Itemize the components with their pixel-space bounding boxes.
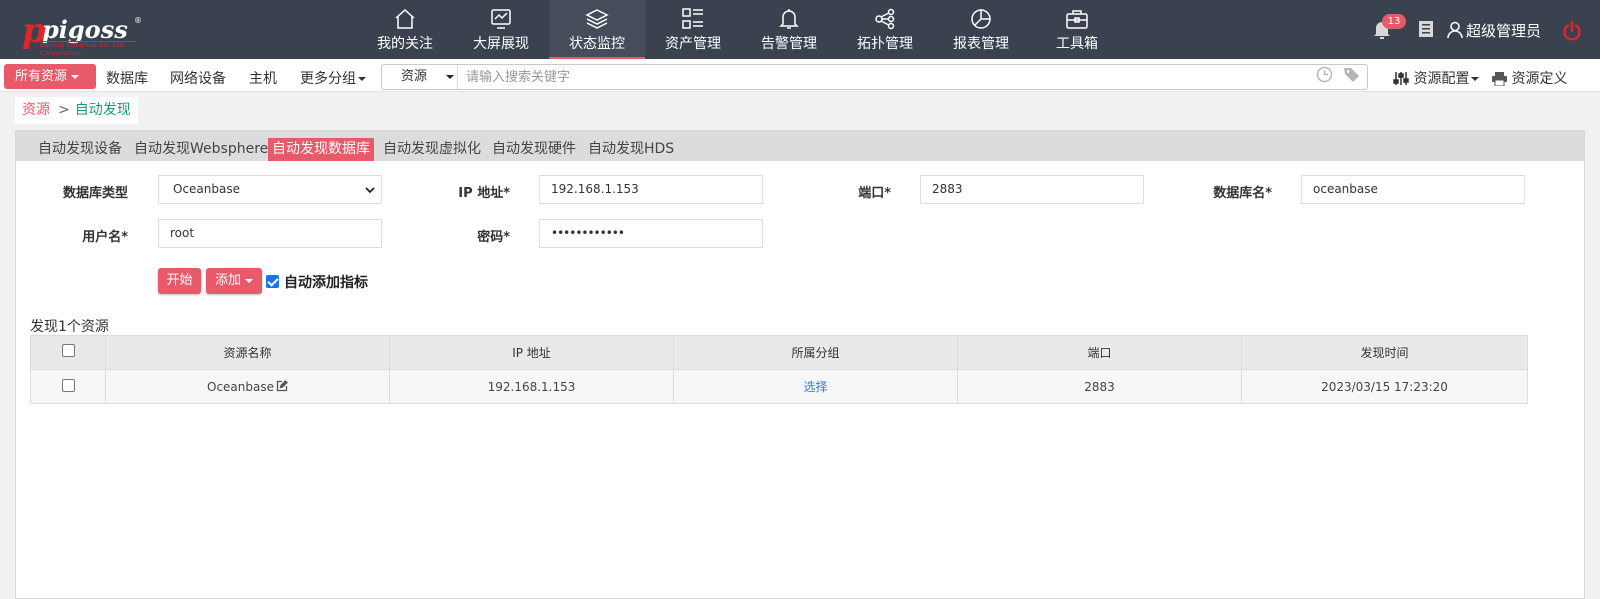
nav-toolbox[interactable]: 工具箱 (1029, 0, 1125, 59)
column-header-port[interactable]: 端口 (957, 335, 1242, 370)
all-resources-dropdown[interactable]: 所有资源 (4, 64, 96, 89)
discovery-tabs: 自动发现设备 自动发现Websphere 自动发现数据库 自动发现虚拟化 自动发… (16, 131, 1584, 161)
tab-discover-database[interactable]: 自动发现数据库 (268, 138, 374, 161)
nav-asset-management[interactable]: 资产管理 (645, 0, 741, 59)
username-label: 用户名* (82, 230, 128, 245)
global-search-box: 资源 (381, 64, 1368, 90)
breadcrumb-root[interactable]: 资源 (22, 102, 50, 118)
db-type-label: 数据库类型 (62, 186, 128, 201)
select-all-checkbox[interactable] (62, 344, 75, 357)
table-row[interactable]: Oceanbase 192.168.1.153 选择 2883 2023/03/… (30, 369, 1528, 404)
chevron-down-icon (365, 187, 375, 194)
list-icon (682, 8, 703, 29)
discovery-time-cell: 2023/03/15 17:23:20 (1241, 369, 1528, 404)
ip-address-cell: 192.168.1.153 (389, 369, 674, 404)
user-icon[interactable] (1447, 21, 1463, 39)
caret-down-icon (1471, 77, 1480, 81)
row-select-cell (30, 369, 106, 404)
tab-discover-hds[interactable]: 自动发现HDS (584, 138, 678, 161)
table-header-row: 资源名称 IP 地址 所属分组 端口 发现时间 (30, 335, 1528, 370)
nav-topology-management[interactable]: 拓扑管理 (837, 0, 933, 59)
top-navigation-bar: p pigoss ® Beijing Tsinghua Co. Ltd Corp… (0, 0, 1600, 59)
caret-down-icon (446, 75, 454, 79)
sublink-host[interactable]: 主机 (249, 68, 277, 88)
search-input[interactable] (466, 65, 1306, 89)
column-header-resource-name[interactable]: 资源名称 (105, 335, 390, 370)
topology-icon (875, 8, 895, 30)
tab-discover-websphere[interactable]: 自动发现Websphere (130, 138, 272, 161)
select-all-header (30, 335, 106, 370)
home-icon (395, 8, 415, 29)
sublink-more-groups[interactable]: 更多分组 (300, 68, 366, 88)
username-input[interactable]: root (158, 219, 382, 248)
column-header-group[interactable]: 所属分组 (673, 335, 958, 370)
password-input[interactable]: •••••••••••• (539, 219, 763, 248)
power-logout-icon[interactable] (1562, 21, 1582, 41)
column-header-ip-address[interactable]: IP 地址 (389, 335, 674, 370)
tab-discover-hardware[interactable]: 自动发现硬件 (488, 138, 580, 161)
resource-config-dropdown[interactable]: 资源配置 (1393, 68, 1480, 88)
current-user-name[interactable]: 超级管理员 (1466, 20, 1541, 41)
breadcrumb: 资源 > 自动发现 (15, 97, 138, 124)
tab-discover-virtualization[interactable]: 自动发现虚拟化 (379, 138, 485, 161)
nav-report-management[interactable]: 报表管理 (933, 0, 1029, 59)
search-type-select[interactable]: 资源 (382, 65, 458, 89)
breadcrumb-separator: > (58, 102, 70, 118)
logo-word: pigoss (42, 15, 128, 44)
nav-my-focus[interactable]: 我的关注 (357, 0, 453, 59)
select-group-link[interactable]: 选择 (803, 380, 827, 394)
auto-add-metrics-checkbox[interactable] (266, 275, 279, 288)
auto-add-metrics-label: 自动添加指标 (284, 275, 368, 291)
nav-status-monitor[interactable]: 状态监控 (549, 0, 645, 59)
sublink-database[interactable]: 数据库 (106, 68, 148, 88)
discovery-summary: 发现1个资源 (30, 319, 109, 335)
nav-alarm-management[interactable]: 告警管理 (741, 0, 837, 59)
history-clock-icon[interactable] (1316, 66, 1333, 83)
db-name-input[interactable]: oceanbase (1301, 175, 1525, 204)
edit-icon[interactable] (276, 379, 288, 392)
port-label: 端口* (858, 186, 891, 201)
toolbox-icon (1066, 10, 1088, 29)
column-header-discovery-time[interactable]: 发现时间 (1241, 335, 1528, 370)
breadcrumb-current: 自动发现 (74, 102, 131, 118)
pigoss-logo[interactable]: p pigoss ® Beijing Tsinghua Co. Ltd Corp… (22, 14, 142, 57)
caret-down-icon (71, 74, 80, 79)
printer-icon (1492, 72, 1507, 87)
notification-count-badge[interactable]: 13 (1382, 14, 1406, 29)
discovered-resources-table: 资源名称 IP 地址 所属分组 端口 发现时间 Oceanbase 192.16… (30, 335, 1528, 404)
bell-icon (779, 9, 799, 29)
port-input[interactable]: 2883 (920, 175, 1144, 204)
db-type-select[interactable]: Oceanbase (158, 175, 382, 204)
sliders-icon (1393, 72, 1409, 85)
caret-down-icon (245, 278, 253, 283)
tag-icon[interactable] (1343, 66, 1360, 83)
sublink-network-device[interactable]: 网络设备 (170, 68, 226, 88)
port-cell: 2883 (957, 369, 1242, 404)
ip-address-label: IP 地址* (458, 186, 510, 201)
nav-big-screen[interactable]: 大屏展现 (453, 0, 549, 59)
db-name-label: 数据库名* (1213, 186, 1272, 201)
logo-tagline: Beijing Tsinghua Co. Ltd Corporation (40, 41, 136, 58)
password-label: 密码* (477, 230, 510, 245)
layers-icon (585, 9, 609, 29)
resource-name-cell: Oceanbase (105, 369, 390, 404)
add-dropdown-button[interactable]: 添加 (206, 268, 262, 294)
message-list-icon[interactable] (1418, 20, 1434, 38)
row-checkbox[interactable] (62, 379, 75, 392)
tab-discover-device[interactable]: 自动发现设备 (34, 138, 126, 161)
monitor-icon (491, 9, 511, 29)
group-cell: 选择 (673, 369, 958, 404)
pie-chart-icon (971, 9, 991, 29)
resource-define-button[interactable]: 资源定义 (1492, 68, 1567, 88)
start-button[interactable]: 开始 (158, 268, 201, 294)
ip-address-input[interactable]: 192.168.1.153 (539, 175, 763, 204)
caret-down-icon (358, 77, 366, 81)
